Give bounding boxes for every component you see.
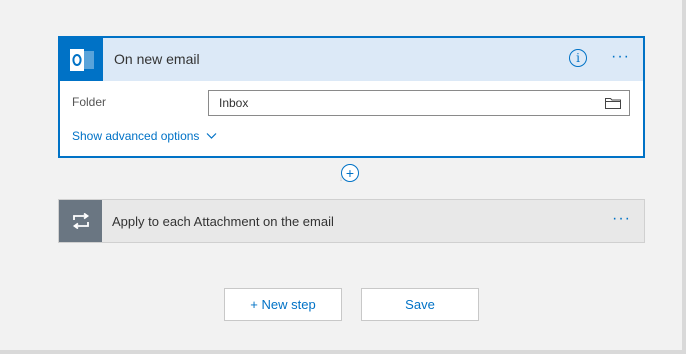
show-advanced-options-link[interactable]: Show advanced options <box>72 129 217 143</box>
info-icon[interactable]: i <box>569 49 587 67</box>
folder-value: Inbox <box>219 96 249 110</box>
folder-icon[interactable] <box>605 97 621 109</box>
more-options-icon[interactable]: ··· <box>611 48 630 66</box>
folder-label: Folder <box>72 95 107 109</box>
new-step-button[interactable]: + New step <box>224 288 342 321</box>
frame-shadow-bottom <box>0 350 686 354</box>
action-title: Apply to each Attachment on the email <box>112 214 334 229</box>
apply-to-each-card[interactable]: Apply to each Attachment on the email ··… <box>58 199 645 243</box>
trigger-title: On new email <box>114 51 200 67</box>
more-options-icon[interactable]: ··· <box>612 210 631 228</box>
outlook-icon <box>60 38 103 81</box>
folder-field[interactable]: Inbox <box>208 90 630 116</box>
add-step-icon[interactable]: + <box>341 164 359 182</box>
connector-line <box>340 176 342 181</box>
trigger-header[interactable]: On new email i ··· <box>60 38 643 81</box>
save-button[interactable]: Save <box>361 288 479 321</box>
frame-shadow-right <box>682 0 686 354</box>
chevron-down-icon <box>206 133 217 139</box>
advanced-options-label: Show advanced options <box>72 129 200 143</box>
loop-icon <box>59 200 102 242</box>
trigger-card: On new email i ··· Folder Inbox Show adv… <box>58 36 645 158</box>
